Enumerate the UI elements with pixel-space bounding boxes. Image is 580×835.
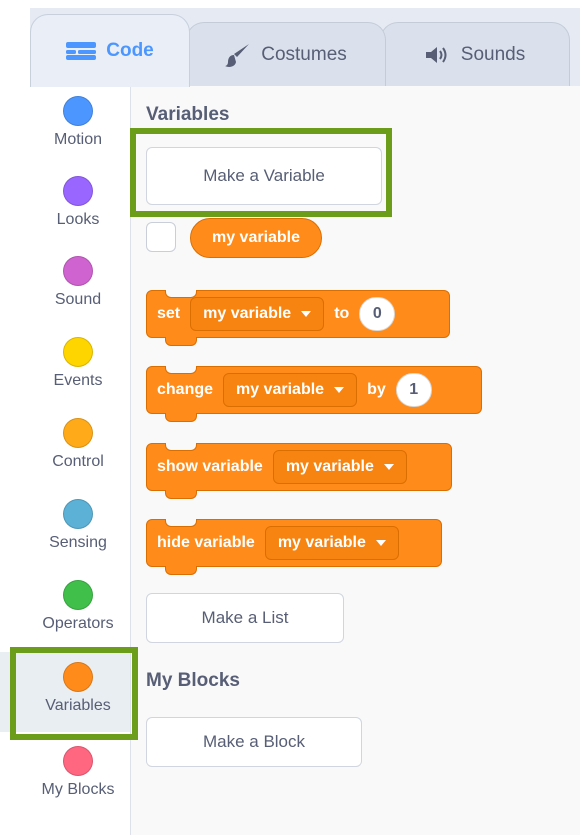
tab-code[interactable]: Code <box>30 14 190 87</box>
tab-sounds[interactable]: Sounds <box>380 22 570 86</box>
hide-variable-block[interactable]: hide variable my variable <box>146 519 442 575</box>
category-operators[interactable]: Operators <box>0 570 130 636</box>
variable-monitor-checkbox[interactable] <box>146 222 176 252</box>
code-icon <box>66 42 97 60</box>
editor-tab-bar: Code Costumes Sounds <box>0 0 580 87</box>
tab-costumes-label: Costumes <box>261 43 347 65</box>
sound-color-icon <box>63 256 93 286</box>
myblocks-color-icon <box>63 746 93 776</box>
operators-color-icon <box>63 580 93 610</box>
category-myblocks[interactable]: My Blocks <box>0 736 130 816</box>
tab-sounds-label: Sounds <box>460 43 526 65</box>
make-variable-button[interactable]: Make a Variable <box>146 147 382 205</box>
my-variable-reporter[interactable]: my variable <box>190 218 322 258</box>
caret-down-icon <box>301 311 312 317</box>
dropdown-value: my variable <box>203 305 292 322</box>
block-text: set <box>157 305 181 322</box>
block-text: show variable <box>157 458 263 475</box>
make-list-button[interactable]: Make a List <box>146 593 344 643</box>
paintbrush-icon <box>225 43 250 67</box>
block-text: to <box>334 305 350 322</box>
category-menu: Motion Looks Sound Events Control Sensin… <box>0 86 131 835</box>
show-variable-block[interactable]: show variable my variable <box>146 443 452 499</box>
tab-code-label: Code <box>106 40 154 61</box>
caret-down-icon <box>383 464 394 470</box>
category-motion[interactable]: Motion <box>0 86 130 166</box>
category-sound[interactable]: Sound <box>0 246 130 326</box>
dropdown-value: my variable <box>236 381 325 398</box>
category-sensing[interactable]: Sensing <box>0 489 130 569</box>
variable-dropdown[interactable]: my variable <box>272 450 407 484</box>
value-input[interactable]: 0 <box>359 297 396 331</box>
variable-dropdown[interactable]: my variable <box>264 526 399 560</box>
events-color-icon <box>63 337 93 367</box>
category-label: Operators <box>42 615 114 632</box>
caret-down-icon <box>375 540 386 546</box>
category-looks[interactable]: Looks <box>0 166 130 246</box>
variable-dropdown[interactable]: my variable <box>223 373 358 407</box>
category-events[interactable]: Events <box>0 327 130 407</box>
speaker-icon <box>425 46 447 63</box>
variables-section-title: Variables <box>146 104 230 125</box>
variables-color-icon <box>63 662 93 692</box>
myblocks-section-title: My Blocks <box>146 670 240 691</box>
block-text: by <box>367 381 386 398</box>
caret-down-icon <box>334 387 345 393</box>
block-text: change <box>157 381 214 398</box>
tab-costumes[interactable]: Costumes <box>186 22 386 86</box>
sensing-color-icon <box>63 499 93 529</box>
make-block-button[interactable]: Make a Block <box>146 717 362 767</box>
set-variable-block[interactable]: set my variable to 0 <box>146 290 450 346</box>
dropdown-value: my variable <box>277 534 366 551</box>
category-control[interactable]: Control <box>0 408 130 488</box>
control-color-icon <box>63 418 93 448</box>
value-input[interactable]: 1 <box>395 373 432 407</box>
category-variables[interactable]: Variables <box>0 652 130 732</box>
variable-dropdown[interactable]: my variable <box>190 297 325 331</box>
change-variable-block[interactable]: change my variable by 1 <box>146 366 482 422</box>
dropdown-value: my variable <box>285 458 374 475</box>
motion-color-icon <box>63 96 93 126</box>
looks-color-icon <box>63 176 93 206</box>
block-text: hide variable <box>157 534 255 551</box>
